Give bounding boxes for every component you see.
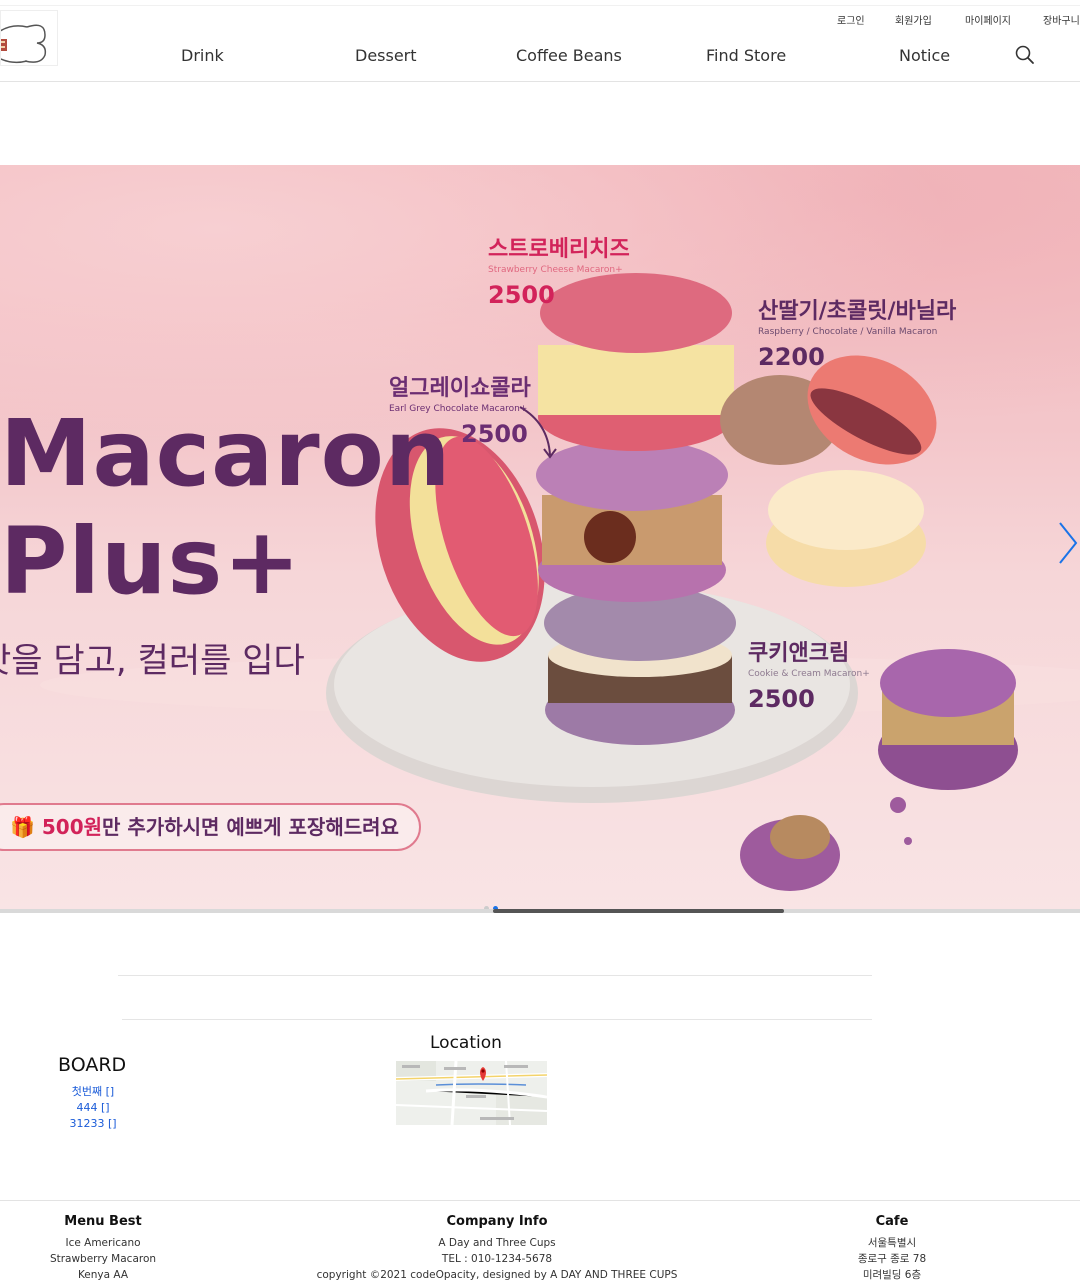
search-icon — [1015, 45, 1034, 64]
gift-wrap-notice: 🎁 500원만 추가하시면 예쁘게 포장해드려요 — [0, 803, 421, 851]
product-price: 2200 — [758, 343, 825, 371]
site-header: 로그인 회원가입 마이페이지 장바구니 Drink Dessert Coffee… — [0, 0, 1080, 82]
mypage-link[interactable]: 마이페이지 — [965, 12, 1011, 27]
footer-heading: Company Info — [446, 1214, 548, 1229]
map-image — [396, 1061, 547, 1125]
footer-company-info: Company Info A Day and Three Cups TEL : … — [287, 1214, 707, 1281]
price-label-earl-grey: 얼그레이쇼콜라 Earl Grey Chocolate Macaron+ 250… — [389, 370, 531, 448]
nav-coffee-beans[interactable]: Coffee Beans — [516, 46, 622, 65]
site-footer: Menu Best Ice Americano Strawberry Macar… — [0, 1200, 1080, 1281]
section-divider — [118, 975, 872, 976]
product-name-ko: 쿠키앤크림 — [748, 641, 850, 666]
gift-icon: 🎁 — [10, 815, 42, 839]
login-link[interactable]: 로그인 — [837, 12, 865, 27]
board-list: 첫번째 [] 444 [] 31233 [] — [58, 1084, 128, 1132]
cafe-logo[interactable] — [0, 10, 58, 66]
nav-dessert[interactable]: Dessert — [355, 46, 417, 65]
location-title: Location — [430, 1033, 502, 1053]
signup-link[interactable]: 회원가입 — [895, 12, 932, 27]
product-price: 2500 — [461, 420, 528, 448]
slider-scrollbar-thumb[interactable] — [493, 909, 784, 913]
footer-item: Strawberry Macaron — [49, 1253, 157, 1265]
footer-item: A Day and Three Cups — [438, 1237, 556, 1249]
chevron-right-icon — [1059, 522, 1078, 564]
nav-notice[interactable]: Notice — [899, 46, 950, 65]
footer-item: 서울특별시 — [867, 1237, 917, 1249]
board-post-link[interactable]: 444 [] — [58, 1100, 128, 1116]
board-title: BOARD — [58, 1054, 127, 1076]
footer-item: TEL : 010-1234-5678 — [441, 1253, 553, 1265]
location-map[interactable] — [396, 1061, 547, 1125]
hero-subtitle: 맛을 담고, 컬러를 입다 — [0, 641, 305, 681]
footer-menu-best: Menu Best Ice Americano Strawberry Macar… — [28, 1214, 178, 1281]
footer-item: Ice Americano — [65, 1237, 141, 1249]
product-name-ko: 산딸기/초콜릿/바닐라 — [758, 299, 957, 324]
footer-item: 종로구 종로 78 — [857, 1253, 927, 1265]
footer-cafe: Cafe 서울특별시 종로구 종로 78 미려빌딩 6층 — [832, 1214, 952, 1281]
product-name-ko: 스트로베리치즈 — [488, 237, 630, 262]
footer-heading: Cafe — [875, 1214, 909, 1229]
slider-next-button[interactable] — [1056, 521, 1080, 565]
product-name-ko: 얼그레이쇼콜라 — [389, 376, 531, 401]
header-top-divider — [0, 5, 1080, 6]
product-price: 2500 — [748, 685, 815, 713]
product-name-en: Strawberry Cheese Macaron+ — [488, 265, 623, 275]
product-name-en: Cookie & Cream Macaron+ — [748, 669, 870, 679]
nav-drink[interactable]: Drink — [181, 46, 224, 65]
board-post-link[interactable]: 31233 [] — [58, 1116, 128, 1132]
gift-wrap-text: 만 추가하시면 예쁘게 포장해드려요 — [102, 815, 399, 839]
board-post-link[interactable]: 첫번째 [] — [58, 1084, 128, 1100]
footer-heading: Menu Best — [64, 1214, 142, 1229]
footer-item: Kenya AA — [77, 1269, 129, 1281]
slider-scrollbar[interactable] — [0, 909, 1080, 913]
product-name-en: Raspberry / Chocolate / Vanilla Macaron — [758, 327, 938, 337]
cart-link[interactable]: 장바구니 — [1043, 12, 1080, 27]
hero-title: Macaron Plus+ — [0, 400, 452, 615]
nav-find-store[interactable]: Find Store — [706, 46, 786, 65]
price-label-strawberry: 스트로베리치즈 Strawberry Cheese Macaron+ 2500 — [488, 231, 630, 309]
hero-banner[interactable]: Macaron Plus+ 맛을 담고, 컬러를 입다 🎁 500원만 추가하시… — [0, 165, 1080, 913]
search-button[interactable] — [1014, 44, 1036, 66]
footer-item: 미려빌딩 6층 — [862, 1269, 922, 1281]
product-name-en: Earl Grey Chocolate Macaron+ — [389, 404, 528, 414]
gift-wrap-price: 500원 — [41, 815, 103, 839]
section-divider — [122, 1019, 872, 1020]
price-label-cookie-cream: 쿠키앤크림 Cookie & Cream Macaron+ 2500 — [748, 635, 870, 713]
price-label-raspberry: 산딸기/초콜릿/바닐라 Raspberry / Chocolate / Vani… — [758, 293, 956, 371]
footer-copyright: copyright ©2021 codeOpacity, designed by… — [316, 1269, 678, 1281]
cup-logo-icon — [1, 24, 47, 64]
product-price: 2500 — [488, 281, 555, 309]
